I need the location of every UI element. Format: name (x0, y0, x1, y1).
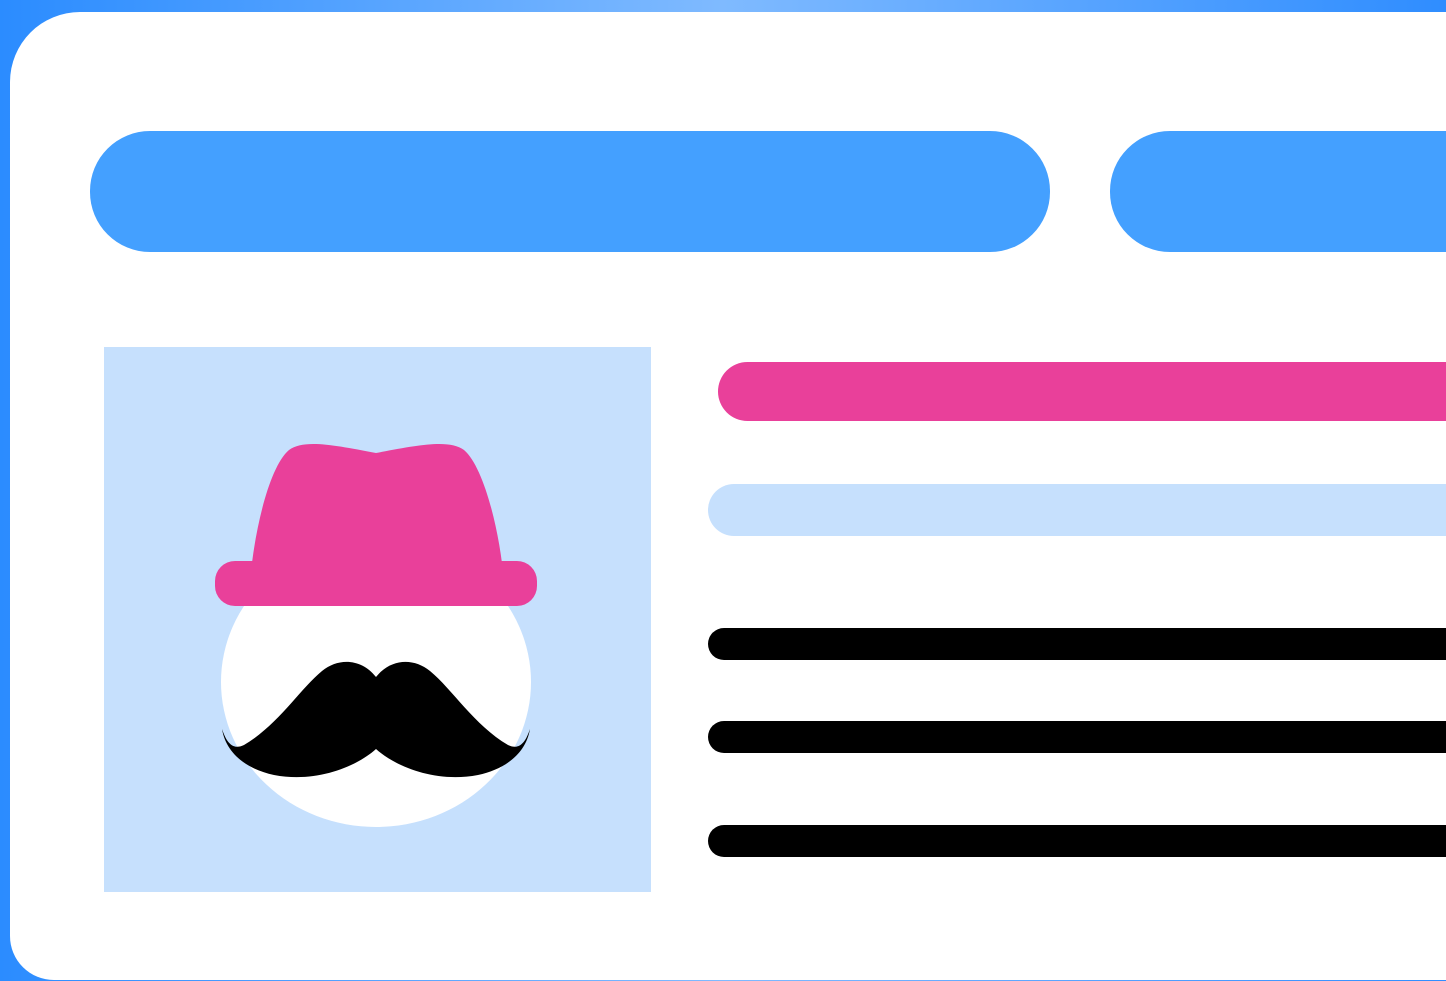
header-bar-primary (90, 131, 1050, 252)
illustration-canvas (0, 0, 1446, 981)
hat-brim (215, 561, 537, 606)
avatar-photo-frame (104, 347, 651, 892)
text-placeholder-line-3 (708, 825, 1446, 857)
subtitle-placeholder-bar (708, 484, 1446, 536)
text-placeholder-line-1 (708, 628, 1446, 660)
name-placeholder-bar (718, 362, 1446, 421)
header-bar-secondary (1110, 131, 1446, 252)
text-placeholder-line-2 (708, 721, 1446, 753)
incognito-avatar-icon (215, 443, 537, 827)
